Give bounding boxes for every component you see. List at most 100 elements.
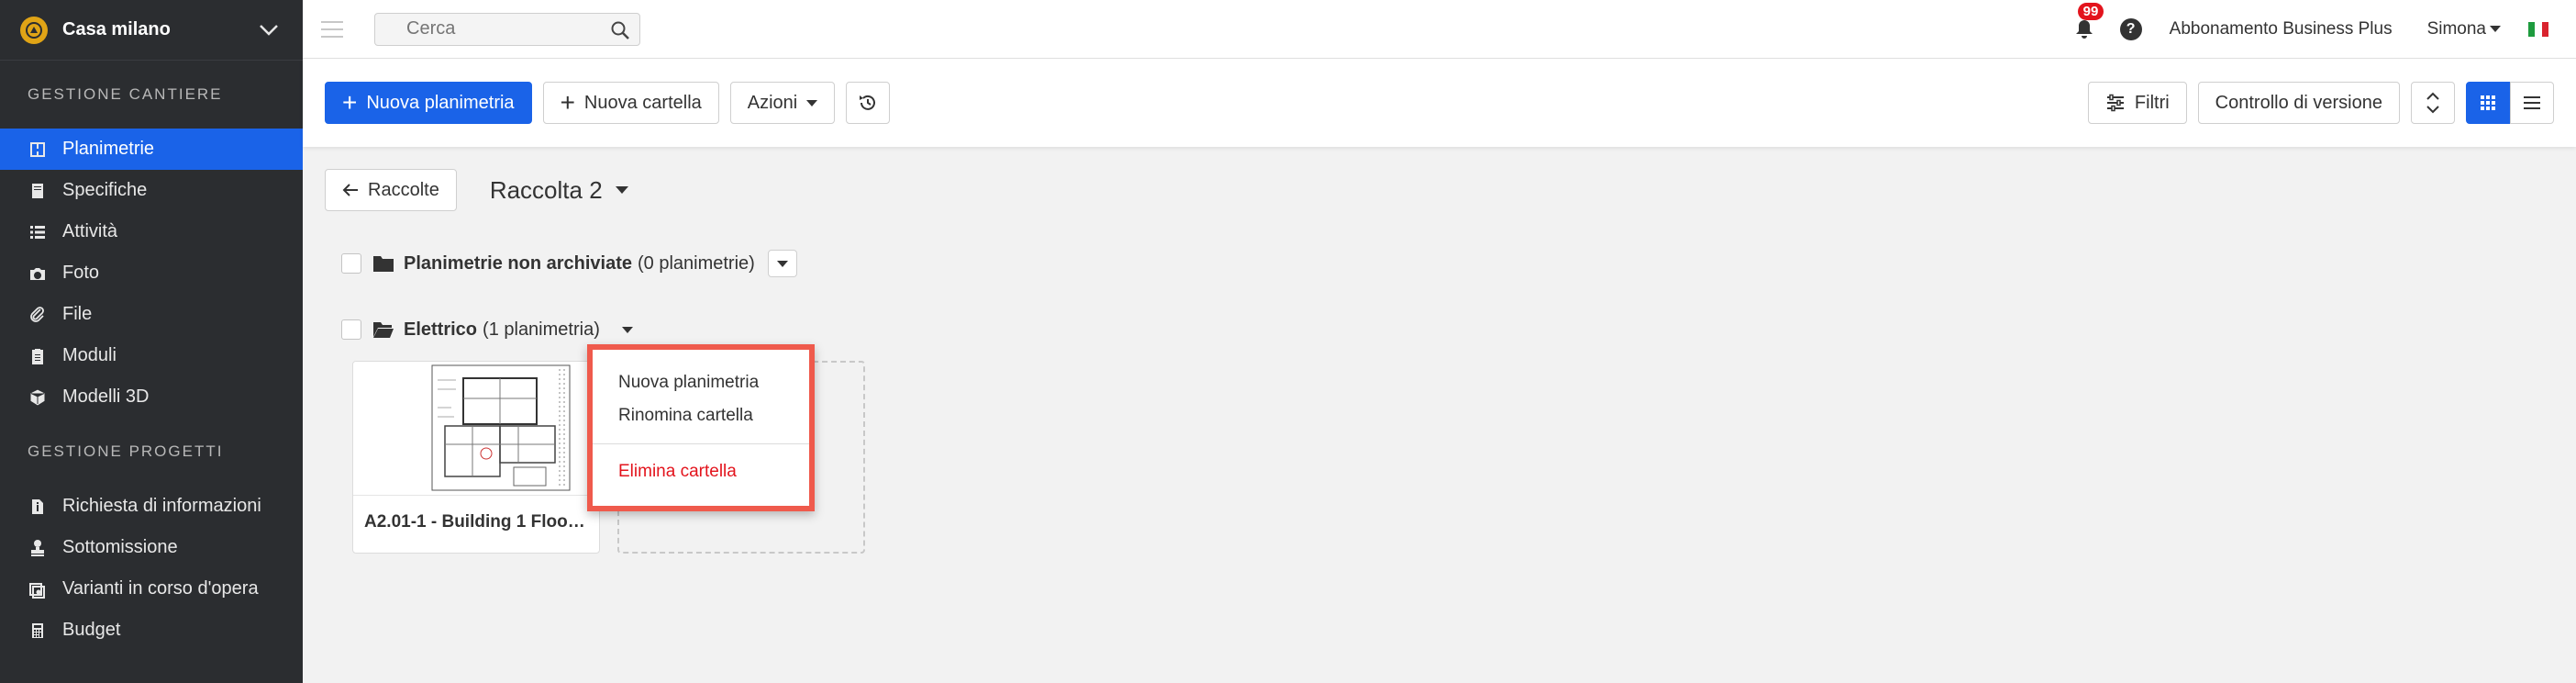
sidebar-item-label: File [62, 304, 93, 324]
filters-button[interactable]: Filtri [2087, 82, 2187, 124]
search-icon[interactable] [610, 20, 630, 40]
folder-menu-button[interactable] [613, 316, 642, 343]
subscription-link[interactable]: Abbonamento Business Plus [2170, 19, 2393, 39]
list-icon [28, 222, 48, 242]
list-icon [2524, 96, 2540, 109]
grid-view-button[interactable] [2466, 82, 2510, 124]
sidebar-item-attivita[interactable]: Attività [0, 211, 303, 252]
plus-icon: + [342, 88, 358, 117]
search-input[interactable] [406, 18, 628, 39]
caret-down-icon [621, 326, 633, 333]
menu-item-delete-folder[interactable]: Elimina cartella [574, 455, 809, 488]
calculator-icon [28, 621, 48, 641]
sidebar-item-budget[interactable]: Budget [0, 610, 303, 651]
sidebar-item-label: Budget [62, 620, 121, 640]
new-folder-button[interactable]: + Nuova cartella [542, 82, 719, 124]
version-control-button[interactable]: Controllo di versione [2197, 82, 2400, 124]
back-label: Raccolte [368, 179, 439, 200]
new-folder-label: Nuova cartella [583, 92, 702, 113]
camera-icon [28, 263, 48, 284]
view-toggle [2466, 82, 2554, 124]
caret-down-icon [2490, 26, 2501, 32]
filters-label: Filtri [2134, 92, 2170, 113]
project-switcher[interactable]: Casa milano [0, 0, 303, 61]
sidebar-item-label: Sottomissione [62, 537, 178, 557]
plus-icon: + [560, 88, 575, 117]
menu-item-rename-folder[interactable]: Rinomina cartella [574, 399, 809, 432]
back-to-collections-button[interactable]: Raccolte [325, 169, 457, 211]
arrow-left-icon [342, 184, 358, 196]
sidebar-item-foto[interactable]: Foto [0, 252, 303, 294]
folder-context-menu: Nuova planimetria Rinomina cartella Elim… [587, 344, 815, 511]
caret-down-icon [776, 260, 788, 267]
sidebar-item-label: Modelli 3D [62, 386, 150, 407]
change-order-icon [28, 579, 48, 599]
sort-icon [2426, 92, 2439, 114]
chevron-down-icon[interactable] [255, 17, 283, 44]
sidebar-item-moduli[interactable]: Moduli [0, 335, 303, 376]
folder-icon [373, 256, 394, 272]
version-control-label: Controllo di versione [2215, 92, 2382, 113]
folder-name[interactable]: Elettrico [404, 319, 477, 341]
new-plan-button[interactable]: + Nuova planimetria [325, 82, 532, 124]
sidebar-item-label: Planimetrie [62, 139, 155, 159]
caret-down-icon [615, 186, 628, 194]
sidebar-item-sottomissione[interactable]: Sottomissione [0, 527, 303, 568]
new-plan-label: Nuova planimetria [366, 92, 515, 113]
sidebar: Casa milano GESTIONE CANTIERE Planimetri… [0, 0, 303, 683]
toolbar: + Nuova planimetria + Nuova cartella Azion… [303, 59, 2576, 147]
sidebar-item-modelli-3d[interactable]: Modelli 3D [0, 376, 303, 418]
folder-menu-button[interactable] [767, 250, 797, 277]
sidebar-item-label: Specifiche [62, 180, 148, 200]
user-name: Simona [2426, 18, 2486, 39]
sidebar-item-label: Richiesta di informazioni [62, 496, 261, 516]
help-icon[interactable]: ? [2119, 17, 2142, 40]
actions-label: Azioni [747, 92, 798, 113]
sliders-icon [2106, 94, 2124, 112]
sidebar-item-label: Attività [62, 221, 118, 241]
book-icon [28, 181, 48, 201]
sidebar-item-file[interactable]: File [0, 294, 303, 335]
sidebar-item-specifiche[interactable]: Specifiche [0, 170, 303, 211]
collection-selector[interactable]: Raccolta 2 [490, 176, 628, 205]
section-title-cantiere: GESTIONE CANTIERE [28, 85, 223, 103]
breadcrumb: Raccolte Raccolta 2 [325, 169, 628, 211]
section-title-progetti: GESTIONE PROGETTI [28, 442, 224, 460]
sidebar-item-label: Moduli [62, 345, 117, 365]
caret-down-icon [806, 99, 818, 106]
stamp-icon [28, 538, 48, 558]
topbar: 99 ? Abbonamento Business Plus Simona [303, 0, 2576, 59]
plan-thumbnail [353, 362, 599, 496]
folder-checkbox[interactable] [341, 253, 361, 274]
folder-row: Planimetrie non archiviate (0 planimetri… [341, 250, 797, 277]
notification-count-badge: 99 [2077, 2, 2104, 20]
bell-icon [2075, 19, 2093, 39]
search-box [374, 12, 640, 46]
sidebar-item-richiesta-informazioni[interactable]: Richiesta di informazioni [0, 486, 303, 527]
sort-button[interactable] [2411, 82, 2455, 124]
notifications-button[interactable]: 99 [2071, 2, 2104, 43]
actions-dropdown[interactable]: Azioni [729, 82, 836, 124]
sidebar-item-label: Varianti in corso d'opera [62, 578, 259, 599]
folder-name[interactable]: Planimetrie non archiviate [404, 253, 632, 274]
menu-item-new-plan[interactable]: Nuova planimetria [574, 366, 809, 399]
user-menu[interactable]: Simona [2427, 19, 2501, 39]
grid-icon [2481, 95, 2495, 110]
folder-count: (0 planimetrie) [637, 252, 755, 274]
project-name: Casa milano [62, 19, 171, 39]
sidebar-item-label: Foto [62, 263, 100, 283]
folder-count: (1 planimetria) [483, 319, 600, 340]
history-button[interactable] [846, 82, 891, 124]
folder-row: Elettrico (1 planimetria) [341, 316, 642, 343]
sidebar-item-varianti[interactable]: Varianti in corso d'opera [0, 568, 303, 610]
menu-divider [593, 443, 809, 444]
history-icon [860, 95, 876, 110]
sidebar-item-planimetrie[interactable]: Planimetrie [0, 129, 303, 170]
menu-icon[interactable] [321, 11, 358, 48]
folder-checkbox[interactable] [341, 319, 361, 340]
project-logo-icon [20, 16, 48, 44]
plan-card[interactable]: A2.01-1 - Building 1 Floor ... [352, 361, 600, 554]
file-info-icon [28, 497, 48, 517]
italy-flag-icon[interactable] [2528, 21, 2548, 37]
list-view-button[interactable] [2510, 82, 2554, 124]
